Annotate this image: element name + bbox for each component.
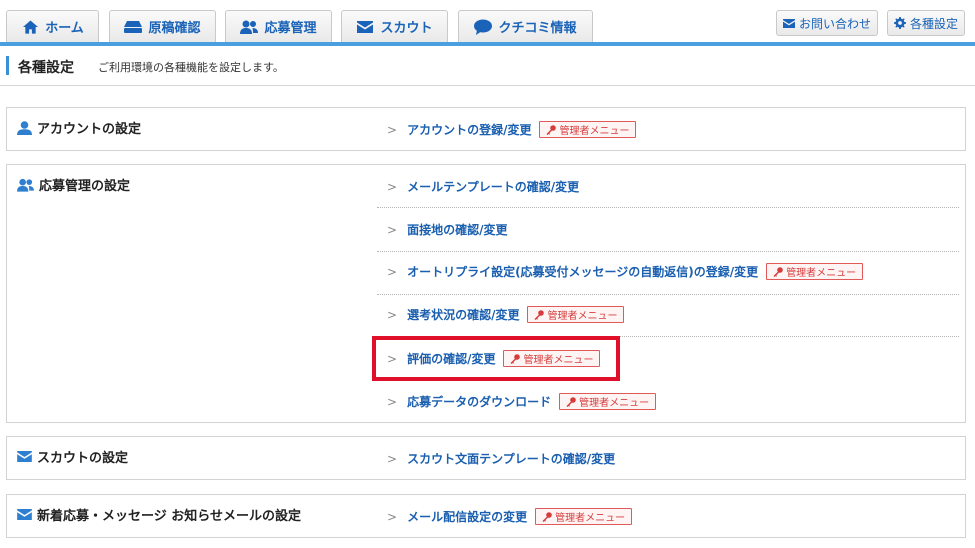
gear-icon (894, 17, 906, 29)
tab-applications-label: 応募管理 (264, 21, 317, 36)
chevron-right-icon: > (387, 509, 398, 524)
top-navigation: ホーム 原稿確認 応募管理 スカウト クチコミ情報 お問い合わせ 各種設定 (0, 0, 975, 46)
admin-badge-label: 管理者メニュー (786, 268, 857, 279)
contact-label: お問い合わせ (799, 16, 872, 31)
interview-location-link[interactable]: 面接地の確認/変更 (407, 221, 507, 238)
list-item: > メール配信設定の変更 管理者メニュー (377, 508, 959, 525)
mail-template-link[interactable]: メールテンプレートの確認/変更 (407, 178, 579, 195)
auto-reply-link[interactable]: オートリプライ設定(応募受付メッセージの自動返信)の登録/変更 (407, 263, 758, 280)
title-marker (6, 56, 9, 75)
admin-badge: 管理者メニュー (535, 508, 633, 525)
evaluation-link[interactable]: 評価の確認/変更 (407, 350, 495, 367)
key-icon (510, 353, 521, 364)
envelope-icon (356, 19, 374, 35)
tab-reviews[interactable]: クチコミ情報 (458, 10, 593, 42)
list-item: > オートリプライ設定(応募受付メッセージの自動返信)の登録/変更 管理者メニュ… (377, 263, 959, 280)
page-title: 各種設定 (18, 60, 74, 76)
key-icon (542, 511, 552, 522)
chevron-right-icon: > (387, 307, 398, 322)
tab-reviews-label: クチコミ情報 (498, 21, 577, 36)
key-icon (566, 396, 576, 407)
divider (377, 336, 959, 337)
scout-template-link[interactable]: スカウト文面テンプレートの確認/変更 (407, 450, 615, 467)
list-item: > メールテンプレートの確認/変更 (377, 178, 959, 195)
tab-applications[interactable]: 応募管理 (225, 10, 332, 42)
tab-scout[interactable]: スカウト (341, 10, 448, 42)
admin-badge-label: 管理者メニュー (547, 311, 618, 322)
user-icon (17, 120, 32, 135)
admin-badge: 管理者メニュー (503, 350, 601, 367)
home-icon (21, 19, 39, 35)
list-item: > アカウントの登録/変更 管理者メニュー (377, 121, 959, 138)
section-title-text: アカウントの設定 (37, 122, 142, 137)
divider (377, 251, 959, 252)
list-item: > 評価の確認/変更 管理者メニュー (377, 350, 959, 367)
envelope-icon (17, 509, 32, 520)
section-notification-mail: 新着応募・メッセージ お知らせメールの設定 > メール配信設定の変更 管理者メニ… (6, 494, 966, 538)
contact-button[interactable]: お問い合わせ (776, 10, 879, 36)
key-icon (773, 266, 783, 277)
account-register-link[interactable]: アカウントの登録/変更 (407, 121, 531, 138)
admin-badge-label: 管理者メニュー (523, 355, 594, 366)
tab-manuscript[interactable]: 原稿確認 (109, 10, 216, 42)
chevron-right-icon: > (387, 394, 398, 409)
key-icon (546, 124, 557, 135)
page-header: 各種設定 ご利用環境の各種機能を設定します。 (0, 46, 975, 86)
admin-badge: 管理者メニュー (539, 121, 637, 138)
users-icon (17, 178, 34, 192)
section-title-text: スカウトの設定 (37, 451, 129, 466)
users-icon (240, 19, 259, 35)
admin-badge-label: 管理者メニュー (579, 398, 650, 409)
chevron-right-icon: > (387, 351, 398, 366)
admin-badge-label: 管理者メニュー (555, 513, 626, 524)
chevron-right-icon: > (387, 122, 398, 137)
tab-home-label: ホーム (45, 21, 84, 36)
speech-bubble-icon (474, 19, 493, 35)
download-data-link[interactable]: 応募データのダウンロード (407, 393, 551, 410)
section-application: 応募管理の設定 > メールテンプレートの確認/変更 > 面接地の確認/変更 > … (6, 164, 966, 423)
section-account: アカウントの設定 > アカウントの登録/変更 管理者メニュー (6, 107, 966, 151)
section-title-text: 応募管理の設定 (39, 179, 131, 194)
tab-home[interactable]: ホーム (6, 10, 99, 42)
chevron-right-icon: > (387, 451, 398, 466)
admin-badge: 管理者メニュー (766, 263, 864, 280)
settings-button[interactable]: 各種設定 (887, 10, 966, 36)
key-icon (534, 309, 545, 320)
chevron-right-icon: > (387, 222, 398, 237)
section-title: 応募管理の設定 (17, 175, 130, 194)
list-item: > スカウト文面テンプレートの確認/変更 (377, 450, 959, 467)
mail-delivery-settings-link[interactable]: メール配信設定の変更 (407, 508, 527, 525)
envelope-icon (783, 18, 795, 28)
envelope-icon (17, 451, 32, 462)
divider (377, 207, 959, 208)
list-item: > 選考状況の確認/変更 管理者メニュー (377, 306, 959, 323)
tab-scout-label: スカウト (380, 21, 433, 36)
admin-badge: 管理者メニュー (559, 393, 657, 410)
selection-status-link[interactable]: 選考状況の確認/変更 (407, 306, 519, 323)
admin-badge-label: 管理者メニュー (559, 126, 630, 137)
divider (377, 294, 959, 295)
admin-badge: 管理者メニュー (527, 306, 625, 323)
section-title: アカウントの設定 (17, 118, 141, 137)
tab-manuscript-label: 原稿確認 (148, 21, 201, 36)
chevron-right-icon: > (387, 179, 398, 194)
chevron-right-icon: > (387, 264, 398, 279)
section-title-text: 新着応募・メッセージ お知らせメールの設定 (37, 509, 302, 524)
list-item: > 面接地の確認/変更 (377, 221, 959, 238)
section-scout: スカウトの設定 > スカウト文面テンプレートの確認/変更 (6, 436, 966, 480)
section-title: スカウトの設定 (17, 447, 128, 466)
document-stack-icon (124, 19, 143, 35)
page-description: ご利用環境の各種機能を設定します。 (98, 61, 284, 74)
list-item: > 応募データのダウンロード 管理者メニュー (377, 393, 959, 410)
section-title: 新着応募・メッセージ お知らせメールの設定 (17, 505, 301, 524)
settings-label: 各種設定 (910, 16, 959, 31)
